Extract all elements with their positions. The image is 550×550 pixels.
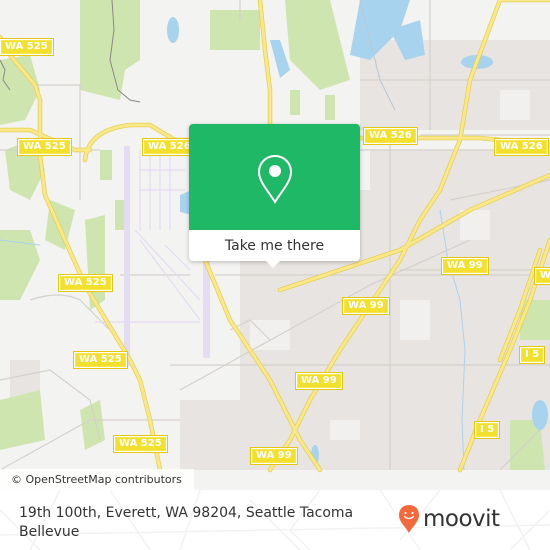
moovit-logo[interactable]: moovit — [398, 504, 500, 534]
footer: 19th 100th, Everett, WA 98204, Seattle T… — [0, 490, 550, 550]
moovit-logo-text: moovit — [423, 506, 500, 532]
moovit-smiley-pin-icon — [399, 505, 419, 533]
popup-header — [189, 124, 360, 230]
route-shield: WA 99 — [534, 267, 550, 285]
map[interactable]: WA 525 WA 525 WA 526 WA 526 WA 526 WA 52… — [0, 0, 550, 550]
map-pin-icon — [257, 154, 293, 204]
route-shield: WA 99 — [342, 297, 390, 315]
route-shield: WA 526 — [363, 127, 418, 145]
route-shield: WA 99 — [250, 447, 298, 465]
take-me-there-button[interactable]: Take me there — [189, 230, 360, 261]
route-shield: WA 99 — [295, 372, 343, 390]
route-shield: WA 525 — [73, 351, 128, 369]
route-shield: I 5 — [518, 346, 546, 364]
route-shield: WA 525 — [113, 435, 168, 453]
route-shield: WA 526 — [494, 138, 549, 156]
route-shield: WA 525 — [0, 38, 54, 56]
popup-pointer — [265, 260, 281, 268]
route-shield: WA 99 — [441, 257, 489, 275]
location-popup[interactable]: Take me there — [189, 124, 360, 268]
map-attribution[interactable]: © OpenStreetMap contributors — [0, 469, 194, 490]
address-text: 19th 100th, Everett, WA 98204, Seattle T… — [19, 505, 354, 540]
route-shield: I 5 — [473, 421, 501, 439]
route-shield: WA 526 — [142, 138, 197, 156]
route-shield: WA 525 — [58, 274, 113, 292]
route-shield: WA 525 — [17, 138, 72, 156]
